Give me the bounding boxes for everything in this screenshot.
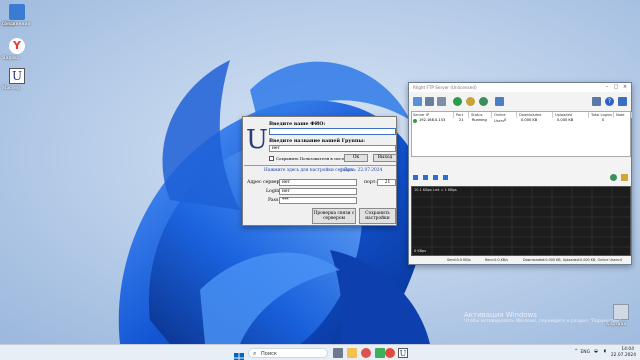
clock-date[interactable]: 22.07.2024	[611, 353, 636, 358]
stop-server-icon[interactable]	[425, 97, 434, 106]
log-toolbar	[411, 173, 631, 183]
options-icon[interactable]	[592, 97, 601, 106]
fio-label: Введите ваше ФИО:	[269, 121, 326, 127]
cell-status: Running	[472, 118, 487, 122]
traffic-graph: 10.1 KBps Lmt = 1 KBps 0 KBps	[411, 186, 631, 256]
activation-watermark: Активация Windows Чтобы активировать Win…	[464, 311, 623, 324]
desktop-icon-master[interactable]: U Мастер	[2, 68, 32, 91]
ftp-server-window: Rlight FTP Server (Unlicensed) – □ × ? S…	[408, 82, 632, 265]
ok-button[interactable]: Ок	[344, 154, 368, 162]
watermark-title: Активация Windows	[464, 311, 538, 319]
ftp-window-title: Rlight FTP Server (Unlicensed)	[413, 85, 477, 90]
maximize-button[interactable]: □	[612, 84, 620, 90]
password-input[interactable]: ***	[279, 197, 357, 204]
exit-button[interactable]: Выход	[373, 154, 397, 162]
volume-icon[interactable]: ◖	[604, 349, 606, 354]
play-icon[interactable]	[413, 175, 418, 180]
app-logo: U	[246, 125, 268, 155]
check-connection-button[interactable]: Проверка связи с сервером	[312, 208, 356, 224]
app-u-taskbar-icon[interactable]: U	[398, 348, 408, 358]
network-icon[interactable]: ◒	[594, 349, 598, 354]
monitor-icon[interactable]	[495, 97, 504, 106]
app-green-icon[interactable]	[375, 348, 385, 358]
divider	[244, 165, 396, 166]
user-icon[interactable]	[610, 174, 617, 181]
user-add-icon[interactable]	[453, 97, 462, 106]
group-label: Введите название вашей Группы:	[269, 138, 366, 144]
close-button[interactable]: ×	[621, 84, 629, 90]
cell-ip: 192.168.0.153	[419, 118, 446, 122]
graph-bottom-label: 0 KBps	[414, 249, 427, 253]
browser-icon[interactable]	[361, 348, 371, 358]
save-user-checkbox[interactable]	[269, 156, 274, 161]
desktop-icon-yandex[interactable]: Y Яндекс	[2, 38, 32, 61]
export-icon[interactable]	[621, 174, 628, 181]
desktop-icon-label: соединения	[2, 22, 31, 27]
send-rate: Send:0.0 KB/s	[447, 258, 471, 262]
taskbar: ⌕ Поиск U ^ ENG ◒ ◖ 14:04 22.07.2024	[0, 344, 640, 360]
taskbar-search[interactable]: ⌕ Поиск	[248, 348, 328, 358]
desktop-icon-label: Яндекс	[2, 56, 20, 61]
pause-icon[interactable]	[423, 175, 428, 180]
port-label: порт:	[364, 180, 377, 185]
clock-time[interactable]: 14:04	[621, 347, 634, 352]
date-info: | Дата: 22.07.2024	[341, 168, 383, 173]
server-address-input[interactable]: нет	[279, 179, 357, 186]
user-edit-icon[interactable]	[466, 97, 475, 106]
start-server-icon[interactable]	[413, 97, 422, 106]
stop-icon[interactable]	[443, 175, 448, 180]
save-settings-label-2: настройки	[365, 216, 390, 221]
yandex-taskbar-icon[interactable]	[385, 348, 395, 358]
server-settings-link[interactable]: Нажмите здесь для настройки сервера	[264, 168, 353, 173]
search-placeholder: Поиск	[261, 351, 277, 357]
traffic-grid	[412, 187, 630, 255]
windows-start-icon[interactable]	[234, 348, 244, 360]
table-row[interactable]: 192.168.0.153 21 Running 0 0.000 KB 0.00…	[412, 118, 630, 124]
app-u-icon: U	[9, 68, 25, 84]
language-indicator[interactable]: ENG	[581, 350, 590, 355]
graph-top-label: 10.1 KBps Lmt = 1 KBps	[414, 188, 457, 192]
users-icon[interactable]	[479, 97, 488, 106]
minimize-button[interactable]: –	[603, 84, 611, 90]
group-input[interactable]: нет	[269, 145, 396, 152]
cell-logins: 0	[602, 118, 605, 122]
ftp-titlebar[interactable]: Rlight FTP Server (Unlicensed) – □ ×	[409, 83, 631, 92]
info-icon[interactable]	[618, 97, 627, 106]
cell-downloaded: 0.000 KB	[521, 118, 538, 122]
save-settings-button[interactable]: Сохранить настройки	[359, 208, 396, 224]
save-user-label: Сохранить Пользователя в системе	[276, 156, 352, 161]
totals: Downloaded:0.000 KB, Uploaded:0.000 KB, …	[523, 258, 623, 262]
fio-input[interactable]	[269, 128, 396, 135]
help-icon[interactable]: ?	[605, 97, 614, 106]
server-table: Server IP Port Status Online Users Downl…	[411, 111, 632, 157]
login-input[interactable]: нет	[279, 188, 357, 195]
cell-port: 21	[459, 118, 464, 122]
port-input[interactable]: 21	[377, 179, 396, 186]
chevron-up-icon[interactable]: ^	[574, 349, 578, 354]
desktop-icon-label: Мастер	[2, 86, 20, 91]
desktop-icon-network[interactable]: Цепи соединения	[2, 4, 32, 27]
recv-rate: Recv:0.0 KB/s	[485, 258, 509, 262]
server-status-icon	[413, 119, 417, 123]
settings-icon[interactable]	[437, 97, 446, 106]
status-bar: Send:0.0 KB/s Recv:0.0 KB/s Downloaded:0…	[411, 257, 631, 264]
check-connection-label-2: сервером	[323, 216, 345, 221]
login-dialog: U Введите ваше ФИО: Введите название ваш…	[242, 116, 397, 226]
task-view-icon[interactable]	[333, 348, 343, 358]
cell-online: 0	[504, 118, 507, 122]
record-icon[interactable]	[433, 175, 438, 180]
ftp-toolbar: ?	[409, 93, 631, 109]
watermark-text: Чтобы активировать Windows, перейдите в …	[464, 319, 623, 324]
cell-uploaded: 0.000 KB	[557, 118, 574, 122]
search-icon: ⌕	[253, 350, 257, 357]
file-explorer-icon[interactable]	[347, 348, 357, 358]
yandex-browser-icon: Y	[9, 38, 25, 54]
network-folder-icon	[9, 4, 25, 20]
